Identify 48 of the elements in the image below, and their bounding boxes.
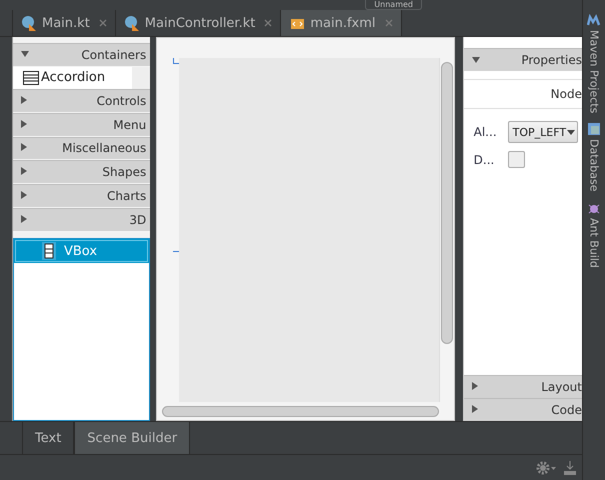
accordion-icon [23,70,39,86]
section-header[interactable]: Layout [464,375,582,398]
editor-mode-tab[interactable]: Scene Builder [74,422,190,454]
tool-window-button[interactable]: Database [588,123,600,192]
property-label: D... [474,152,496,166]
maven-icon [587,14,601,26]
section-header[interactable]: 3D [13,208,150,232]
collapsed-arrow-icon [21,215,27,226]
section-header[interactable]: Menu [13,112,150,136]
close-icon[interactable] [264,19,272,27]
ant-icon [588,202,600,214]
section-header[interactable]: Containers [13,43,150,67]
edge-guide [173,251,180,252]
section-header[interactable]: Properties [464,48,582,71]
vbox-icon [42,242,56,260]
database-icon [588,123,600,136]
section-header[interactable]: Controls [13,88,150,113]
collapsed-arrow-icon [21,120,27,130]
caret-icon [567,130,576,134]
editor-tab[interactable]: Main.kt [13,10,116,36]
vertical-scrollbar[interactable] [440,62,453,344]
section-header[interactable]: Miscellaneous [13,136,150,160]
library-item[interactable]: Accordion [13,66,150,89]
property-checkbox[interactable] [508,151,525,168]
property-label: Al... [474,125,498,139]
editor-tab[interactable]: main.fxml [281,10,402,36]
section-subheader: Node [550,87,582,101]
tool-window-button[interactable]: Ant Build [588,202,600,268]
close-icon[interactable] [384,19,393,27]
collapsed-arrow-icon [21,191,27,202]
collapsed-arrow-icon [21,143,27,154]
section-header[interactable]: Code [464,398,582,421]
collapsed-arrow-icon [472,405,478,415]
horizontal-scrollbar[interactable] [162,406,440,416]
section-header[interactable]: Shapes [13,160,150,184]
collapsed-arrow-icon [21,96,27,106]
close-icon[interactable] [98,19,107,27]
kotlin-file-icon [124,15,140,31]
collapsed-arrow-icon [472,382,478,392]
expanded-arrow-icon [21,50,29,60]
kotlin-file-icon [21,15,37,31]
property-dropdown[interactable]: TOP_LEFT [508,121,578,143]
download-icon[interactable] [564,460,576,474]
tool-window-button[interactable]: Maven Projects [587,14,601,114]
expanded-arrow-icon [472,56,480,64]
collapsed-arrow-icon [21,167,27,178]
section-header[interactable]: Charts [13,184,150,208]
settings-icon[interactable] [536,460,556,474]
